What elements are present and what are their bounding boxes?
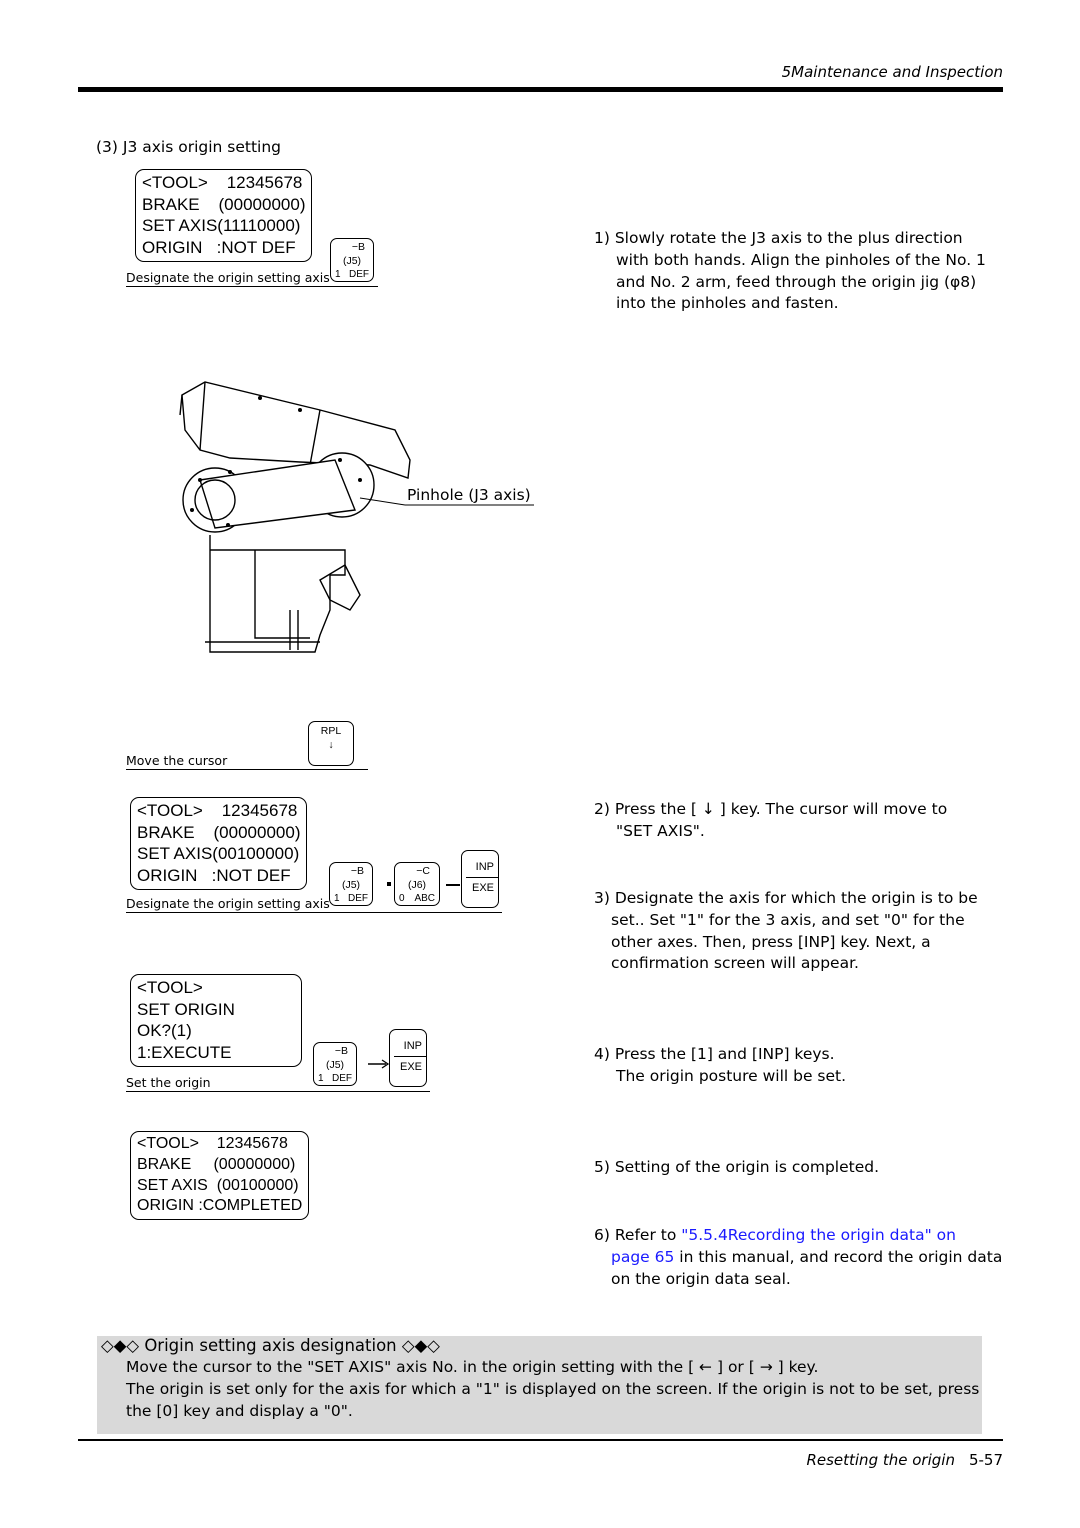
key-j5[interactable]: −B (J5) 1 DEF xyxy=(313,1042,357,1086)
pinhole-label: Pinhole (J3 axis) xyxy=(407,486,531,504)
step-6: 6) Refer to "5.5.4Recording the origin d… xyxy=(594,1226,1003,1288)
step-3: 3) Designate the axis for which the orig… xyxy=(594,889,978,973)
key-j5[interactable]: −B (J5) 1 DEF xyxy=(329,862,373,906)
key-j6[interactable]: −C (J6) 0 ABC xyxy=(394,862,440,906)
header-rule xyxy=(78,87,1003,92)
separator-dot xyxy=(387,882,391,886)
step-2: 2) Press the [ ↓ ] key. The cursor will … xyxy=(594,800,948,840)
step-4: 4) Press the [1] and [INP] keys. The orig… xyxy=(594,1045,847,1085)
teach-pendant-screen-2: <TOOL> 12345678 BRAKE (00000000) SET AXIS(… xyxy=(130,797,308,890)
key-j5[interactable]: −B (J5) 1 DEF xyxy=(330,238,374,282)
arrow-right-icon xyxy=(368,1059,390,1069)
teach-pendant-screen-3: <TOOL> SET ORIGIN OK?(1) 1:EXECUTE xyxy=(130,974,302,1067)
connector-line xyxy=(446,884,460,886)
note-title: ◇◆◇ Origin setting axis designation ◇◆◇ xyxy=(101,1336,440,1355)
footer: Resetting the origin 5-57 xyxy=(806,1451,1003,1469)
caption-designate-2: Designate the origin setting axis xyxy=(126,896,502,913)
note-box: ◇◆◇ Origin setting axis designation ◇◆◇ … xyxy=(97,1336,982,1434)
step-5: 5) Setting of the origin is completed. xyxy=(594,1158,880,1176)
page-number: 5-57 xyxy=(968,1451,1003,1469)
robot-illustration xyxy=(179,381,534,653)
link-recording-origin-data[interactable]: "5.5.4Recording the origin data" on xyxy=(681,1226,956,1244)
key-rpl-down[interactable]: RPL ↓ xyxy=(308,721,354,766)
teach-pendant-screen-4: <TOOL> 12345678 BRAKE (00000000) SET AXIS … xyxy=(130,1131,310,1221)
section-title: (3) J3 axis origin setting xyxy=(96,138,282,156)
teach-pendant-screen-1: <TOOL> 12345678 BRAKE (00000000) SET AXIS(… xyxy=(135,169,313,262)
footer-rule xyxy=(78,1439,1003,1441)
step-1: 1) Slowly rotate the J3 axis to the plus… xyxy=(594,229,986,313)
key-inp-exe[interactable]: INP EXE xyxy=(461,850,499,908)
running-header: 5Maintenance and Inspection xyxy=(781,63,1003,81)
caption-set-origin: Set the origin xyxy=(126,1075,430,1092)
key-inp-exe[interactable]: INP EXE xyxy=(389,1029,427,1087)
link-page-65[interactable]: page 65 xyxy=(611,1248,674,1266)
